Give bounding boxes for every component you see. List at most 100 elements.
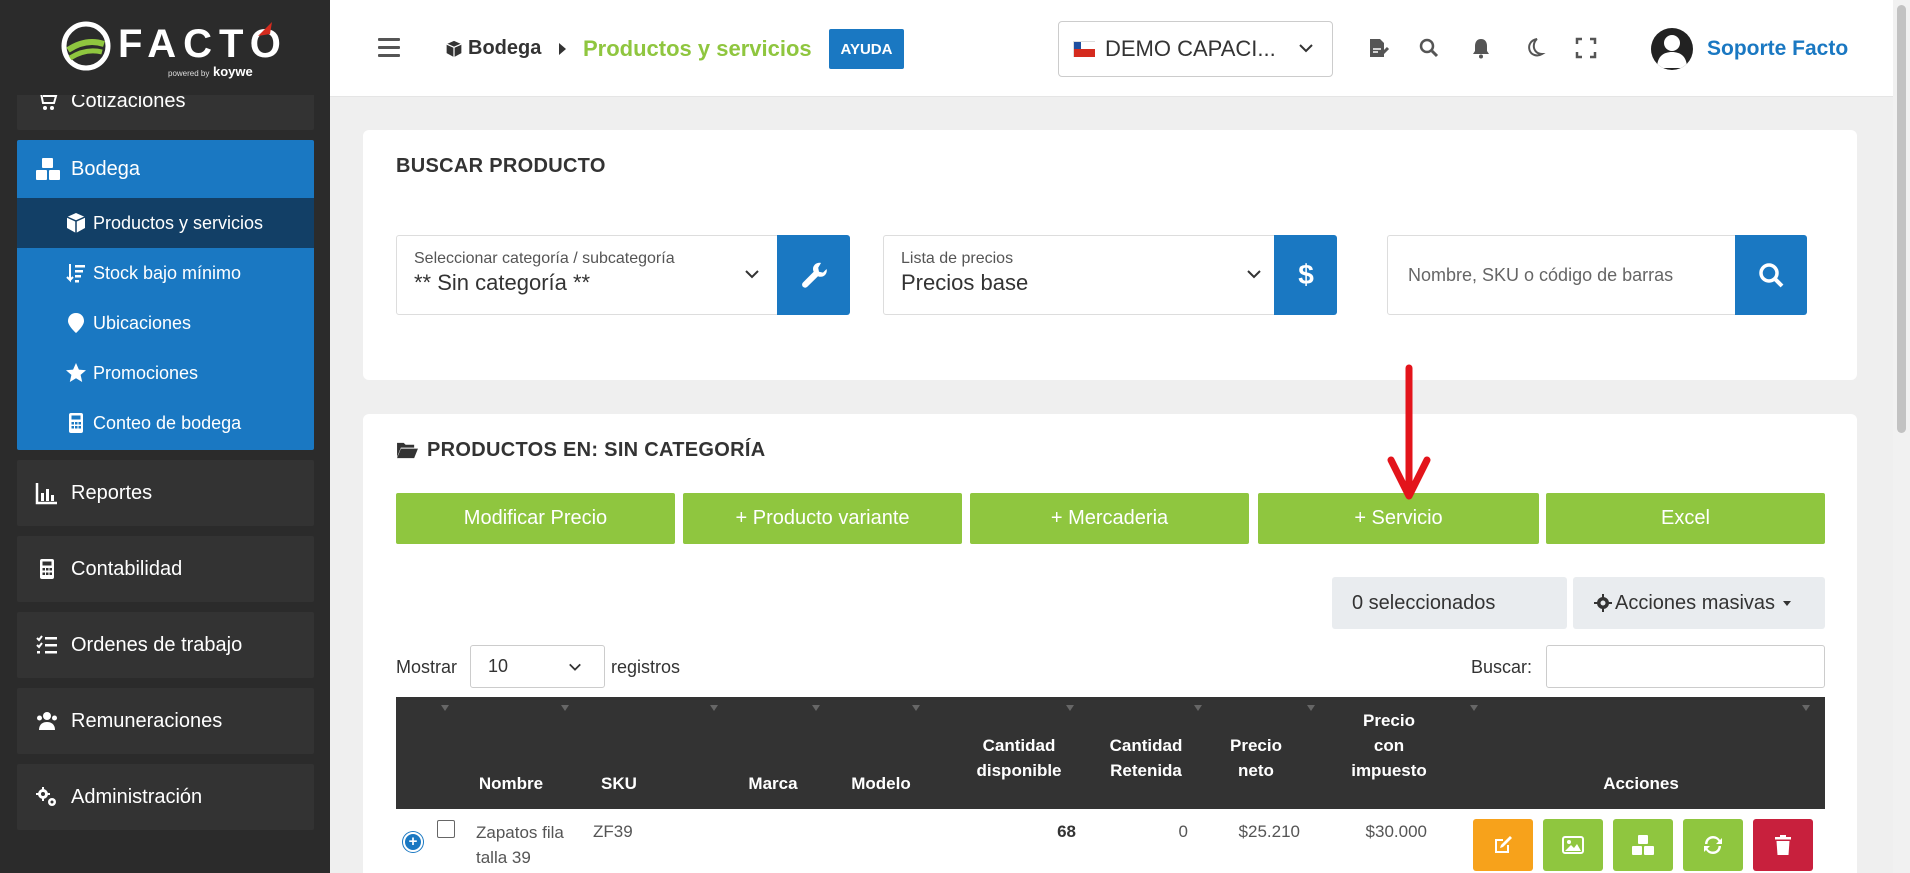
sidebar-item-ordenes[interactable]: Ordenes de trabajo [17,612,314,678]
chile-flag-icon [1073,41,1095,57]
excel-button[interactable]: Excel [1546,493,1825,544]
products-card: PRODUCTOS EN: SIN CATEGORÍA Modificar Pr… [363,414,1857,873]
user-name[interactable]: Soporte Facto [1707,37,1848,61]
sort-amount-icon [66,264,85,283]
sidebar-subitem-label: Conteo de bodega [93,412,242,433]
selected-count: 0 seleccionados [1332,577,1567,629]
avatar[interactable] [1651,28,1693,70]
column-cantidad-disponible[interactable]: Cantidad disponible [964,733,1074,783]
cell-precio-impuesto: $30.000 [1365,822,1427,841]
sidebar-item-bodega[interactable]: Bodega [17,140,314,198]
moon-icon[interactable] [1522,36,1546,60]
column-marca[interactable]: Marca [733,771,813,796]
search-product-card: BUSCAR PRODUCTO Seleccionar categoría / … [363,130,1857,380]
sidebar: Cotizaciones FACTO powered by koywe Bode… [0,0,330,873]
calculator-icon [69,413,83,433]
wrench-icon [801,262,827,288]
sort-icon [911,705,921,715]
scrollbar-thumb[interactable] [1897,5,1906,433]
gear-icon [1594,594,1612,612]
delete-button[interactable] [1753,819,1813,871]
column-precio-neto[interactable]: Precio neto [1216,733,1296,783]
expand-row-icon[interactable]: + [403,832,423,852]
company-select[interactable]: DEMO CAPACI... [1058,21,1333,77]
annotation-arrow-icon [1387,364,1431,500]
search-icon [1759,263,1784,288]
page-scrollbar[interactable] [1893,0,1910,873]
sync-icon [1704,836,1722,854]
help-button[interactable]: AYUDA [829,29,904,69]
product-search-button[interactable] [1735,235,1807,315]
add-variant-product-button[interactable]: + Producto variante [683,493,962,544]
breadcrumb-bodega[interactable]: Bodega [445,37,541,60]
fullscreen-icon[interactable] [1574,36,1598,60]
modify-price-button[interactable]: Modificar Precio [396,493,675,544]
filter-label: Buscar: [1471,657,1533,677]
product-search-input[interactable]: Nombre, SKU o código de barras [1387,235,1737,315]
sidebar-item-remuneraciones[interactable]: Remuneraciones [17,688,314,754]
sidebar-subitem-productos[interactable]: Productos y servicios [17,198,314,248]
box-icon [446,40,462,57]
search-icon[interactable] [1417,36,1441,60]
sidebar-item-label: Remuneraciones [71,709,223,732]
edit-button[interactable] [1473,819,1533,871]
sidebar-subitem-stock[interactable]: Stock bajo mínimo [17,248,314,298]
page-size-select[interactable]: 10 [470,645,605,688]
logo[interactable]: FACTO powered by koywe [0,0,330,95]
chevron-down-icon [569,663,581,671]
sidebar-subitem-label: Ubicaciones [93,312,192,333]
edit-document-icon[interactable] [1366,36,1390,60]
column-cantidad-retenida[interactable]: Cantidad Retenida [1096,733,1196,783]
chevron-down-icon [1299,44,1313,53]
card-title: PRODUCTOS EN: SIN CATEGORÍA [396,439,766,462]
folder-open-icon [397,442,418,459]
column-precio-impuesto[interactable]: Precio con impuesto [1339,708,1439,783]
price-list-button[interactable]: $ [1274,235,1337,315]
sidebar-item-label: Administración [71,785,203,808]
column-nombre[interactable]: Nombre [456,771,566,796]
sidebar-subitem-conteo[interactable]: Conteo de bodega [17,398,314,448]
sort-icon [440,705,450,715]
cell-precio-neto: $25.210 [1238,822,1300,841]
column-sku[interactable]: SKU [579,771,659,796]
column-modelo[interactable]: Modelo [836,771,926,796]
calculator-icon [40,559,54,579]
edit-icon [1495,836,1512,853]
sidebar-subitem-promociones[interactable]: Promociones [17,348,314,398]
category-settings-button[interactable] [777,235,850,315]
add-merchandise-button[interactable]: + Mercaderia [970,493,1249,544]
trash-icon [1775,835,1791,855]
cogs-icon [36,787,56,806]
cell-retenida: 0 [1178,822,1188,841]
category-select[interactable]: Seleccionar categoría / subcategoría ** … [396,235,779,315]
sidebar-item-label: Ordenes de trabajo [71,633,243,656]
users-icon [37,712,57,730]
table-filter-input[interactable] [1546,645,1825,688]
sidebar-subitem-label: Productos y servicios [93,212,264,233]
hamburger-menu-icon[interactable] [378,38,400,57]
sidebar-item-administracion[interactable]: Administración [17,764,314,830]
sort-icon [1306,705,1316,715]
facto-logo-icon [61,21,111,71]
stock-button[interactable] [1613,819,1673,871]
sidebar-item-label: Reportes [71,481,153,504]
sidebar-item-contabilidad[interactable]: Contabilidad [17,536,314,602]
bell-icon[interactable] [1469,36,1493,60]
sidebar-item-label: Contabilidad [71,557,183,580]
sidebar-item-reportes[interactable]: Reportes [17,460,314,526]
logo-accent-icon [258,22,272,36]
sync-button[interactable] [1683,819,1743,871]
sidebar-item-label: Bodega [71,157,140,180]
sidebar-subitem-label: Promociones [93,362,199,383]
mass-actions-dropdown[interactable]: Acciones masivas [1573,577,1825,629]
sidebar-subitem-ubicaciones[interactable]: Ubicaciones [17,298,314,348]
price-list-select[interactable]: Lista de precios Precios base [883,235,1281,315]
list-check-icon [36,635,57,654]
row-checkbox[interactable] [437,820,455,838]
top-header: Bodega Productos y servicios AYUDA DEMO … [330,0,1893,97]
svg-text:$: $ [1298,260,1314,290]
card-title: BUSCAR PRODUCTO [396,155,606,177]
sort-icon [1469,705,1479,715]
records-label: registros [611,657,681,677]
image-button[interactable] [1543,819,1603,871]
